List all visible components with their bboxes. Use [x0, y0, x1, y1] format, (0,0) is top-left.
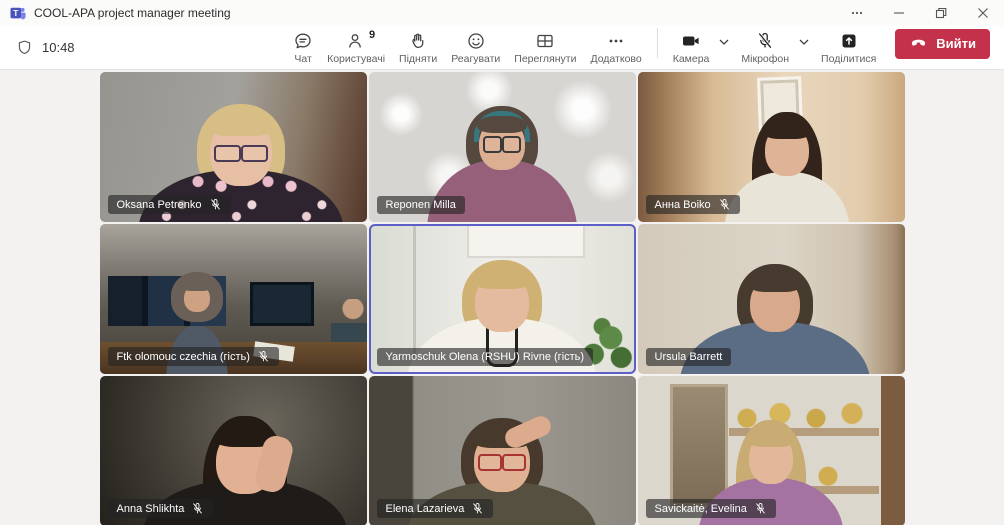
meeting-toolbar: 10:48 Чат 9 Користувачі Підняти — [0, 26, 1004, 70]
participant-tile[interactable]: Oksana Petrenko — [100, 72, 367, 222]
more-actions-button[interactable]: Додатково — [583, 29, 648, 67]
raise-hand-icon — [408, 31, 428, 52]
chat-button[interactable]: Чат — [286, 29, 320, 67]
person-head — [765, 124, 809, 176]
restore-icon — [935, 7, 947, 19]
participant-tile[interactable]: Reponen Milla — [369, 72, 636, 222]
person-head — [475, 272, 529, 332]
microphone-label: Мікрофон — [741, 53, 789, 65]
mic-off-icon — [257, 350, 270, 363]
person-head — [184, 284, 210, 312]
participant-nametag: Reponen Milla — [377, 196, 465, 214]
participant-nametag: Анна Boiko — [646, 195, 740, 214]
camera-options-chevron[interactable] — [716, 31, 732, 50]
minimize-icon — [893, 7, 905, 19]
chat-icon — [293, 31, 313, 52]
camera-icon — [681, 31, 702, 52]
shield-icon — [16, 39, 33, 56]
video-grid: Oksana Petrenko Reponen Milla — [100, 72, 905, 525]
person-glasses — [483, 136, 521, 149]
participant-name: Elena Lazarieva — [386, 503, 465, 515]
window-minimize-button[interactable] — [878, 0, 920, 26]
participant-name: Reponen Milla — [386, 199, 456, 211]
microphone-options-chevron[interactable] — [796, 31, 812, 50]
window-title: COOL-APA project manager meeting — [34, 6, 231, 20]
participant-nametag: Savickaitė, Evelina — [646, 499, 776, 518]
leave-label: Вийти — [936, 36, 976, 51]
participant-tile[interactable]: Anna Shlikhta — [100, 376, 367, 525]
person-glasses — [214, 145, 268, 158]
ellipsis-icon — [850, 6, 864, 20]
person-glasses — [478, 454, 526, 467]
participant-name: Oksana Petrenko — [117, 199, 202, 211]
share-button[interactable]: Поділитися — [814, 29, 883, 67]
more-actions-label: Додатково — [590, 53, 641, 65]
raise-hand-label: Підняти — [399, 53, 437, 65]
participant-nametag: Oksana Petrenko — [108, 195, 231, 214]
mic-off-icon — [471, 502, 484, 515]
participant-tile[interactable]: Ftk olomouc czechia (гість) — [100, 224, 367, 374]
share-screen-icon — [839, 31, 859, 52]
mic-off-icon — [191, 502, 204, 515]
svg-text:T: T — [13, 8, 19, 18]
participant-nametag: Ftk olomouc czechia (гість) — [108, 347, 279, 366]
participant-name: Yarmoschuk Olena (RSHU) Rivne (гість) — [386, 351, 585, 363]
participant-tile[interactable]: Yarmoschuk Olena (RSHU) Rivne (гість) — [369, 224, 636, 374]
window-restore-button[interactable] — [920, 0, 962, 26]
chevron-down-icon — [719, 39, 729, 45]
participant-name: Savickaitė, Evelina — [655, 503, 747, 515]
share-label: Поділитися — [821, 53, 876, 65]
participant-tile[interactable]: Savickaitė, Evelina — [638, 376, 905, 525]
participant-nametag: Yarmoschuk Olena (RSHU) Rivne (гість) — [377, 348, 594, 366]
people-icon: 9 — [346, 31, 366, 52]
mic-off-icon — [718, 198, 731, 211]
teams-logo-icon: T — [10, 5, 26, 21]
microphone-button[interactable]: Мікрофон — [734, 29, 796, 67]
person-head — [750, 276, 800, 332]
participants-button[interactable]: 9 Користувачі — [320, 29, 392, 67]
react-icon — [466, 31, 486, 52]
window-controls — [836, 0, 1004, 26]
react-label: Реагувати — [451, 53, 500, 65]
participant-nametag: Anna Shlikhta — [108, 499, 214, 518]
leave-button[interactable]: Вийти — [895, 29, 990, 59]
participant-tile[interactable]: Ursula Barrett — [638, 224, 905, 374]
raise-hand-button[interactable]: Підняти — [392, 29, 444, 67]
participants-count-badge: 9 — [369, 29, 375, 41]
participant-tile[interactable]: Elena Lazarieva — [369, 376, 636, 525]
view-label: Переглянути — [514, 53, 576, 65]
more-icon — [606, 31, 626, 52]
mic-off-icon — [754, 502, 767, 515]
participant-nametag: Ursula Barrett — [646, 348, 732, 366]
mic-muted-icon — [755, 31, 775, 52]
react-button[interactable]: Реагувати — [444, 29, 507, 67]
camera-label: Камера — [673, 53, 710, 65]
chevron-down-icon — [799, 39, 809, 45]
participant-name: Ftk olomouc czechia (гість) — [117, 351, 250, 363]
participant-tile[interactable]: Анна Boiko — [638, 72, 905, 222]
participant-nametag: Elena Lazarieva — [377, 499, 494, 518]
participants-label: Користувачі — [327, 53, 385, 65]
window-more-button[interactable] — [836, 0, 878, 26]
close-icon — [977, 7, 989, 19]
view-button[interactable]: Переглянути — [507, 29, 583, 67]
toolbar-divider — [657, 28, 658, 58]
toolbar-controls: Чат 9 Користувачі Підняти Реагувати — [286, 28, 992, 68]
meeting-stage: Oksana Petrenko Reponen Milla — [0, 70, 1004, 525]
chat-label: Чат — [294, 53, 311, 65]
view-icon — [535, 31, 555, 52]
hangup-icon — [909, 34, 928, 53]
person-body — [725, 172, 850, 222]
mic-off-icon — [209, 198, 222, 211]
participant-name: Anna Shlikhta — [117, 503, 185, 515]
camera-button[interactable]: Камера — [666, 29, 717, 67]
window-close-button[interactable] — [962, 0, 1004, 26]
participant-name: Анна Boiko — [655, 199, 711, 211]
person-head — [749, 432, 793, 484]
timer-value: 10:48 — [42, 40, 75, 55]
titlebar: T COOL-APA project manager meeting — [0, 0, 1004, 26]
participant-name: Ursula Barrett — [655, 351, 723, 363]
meeting-timer: 10:48 — [12, 39, 75, 56]
